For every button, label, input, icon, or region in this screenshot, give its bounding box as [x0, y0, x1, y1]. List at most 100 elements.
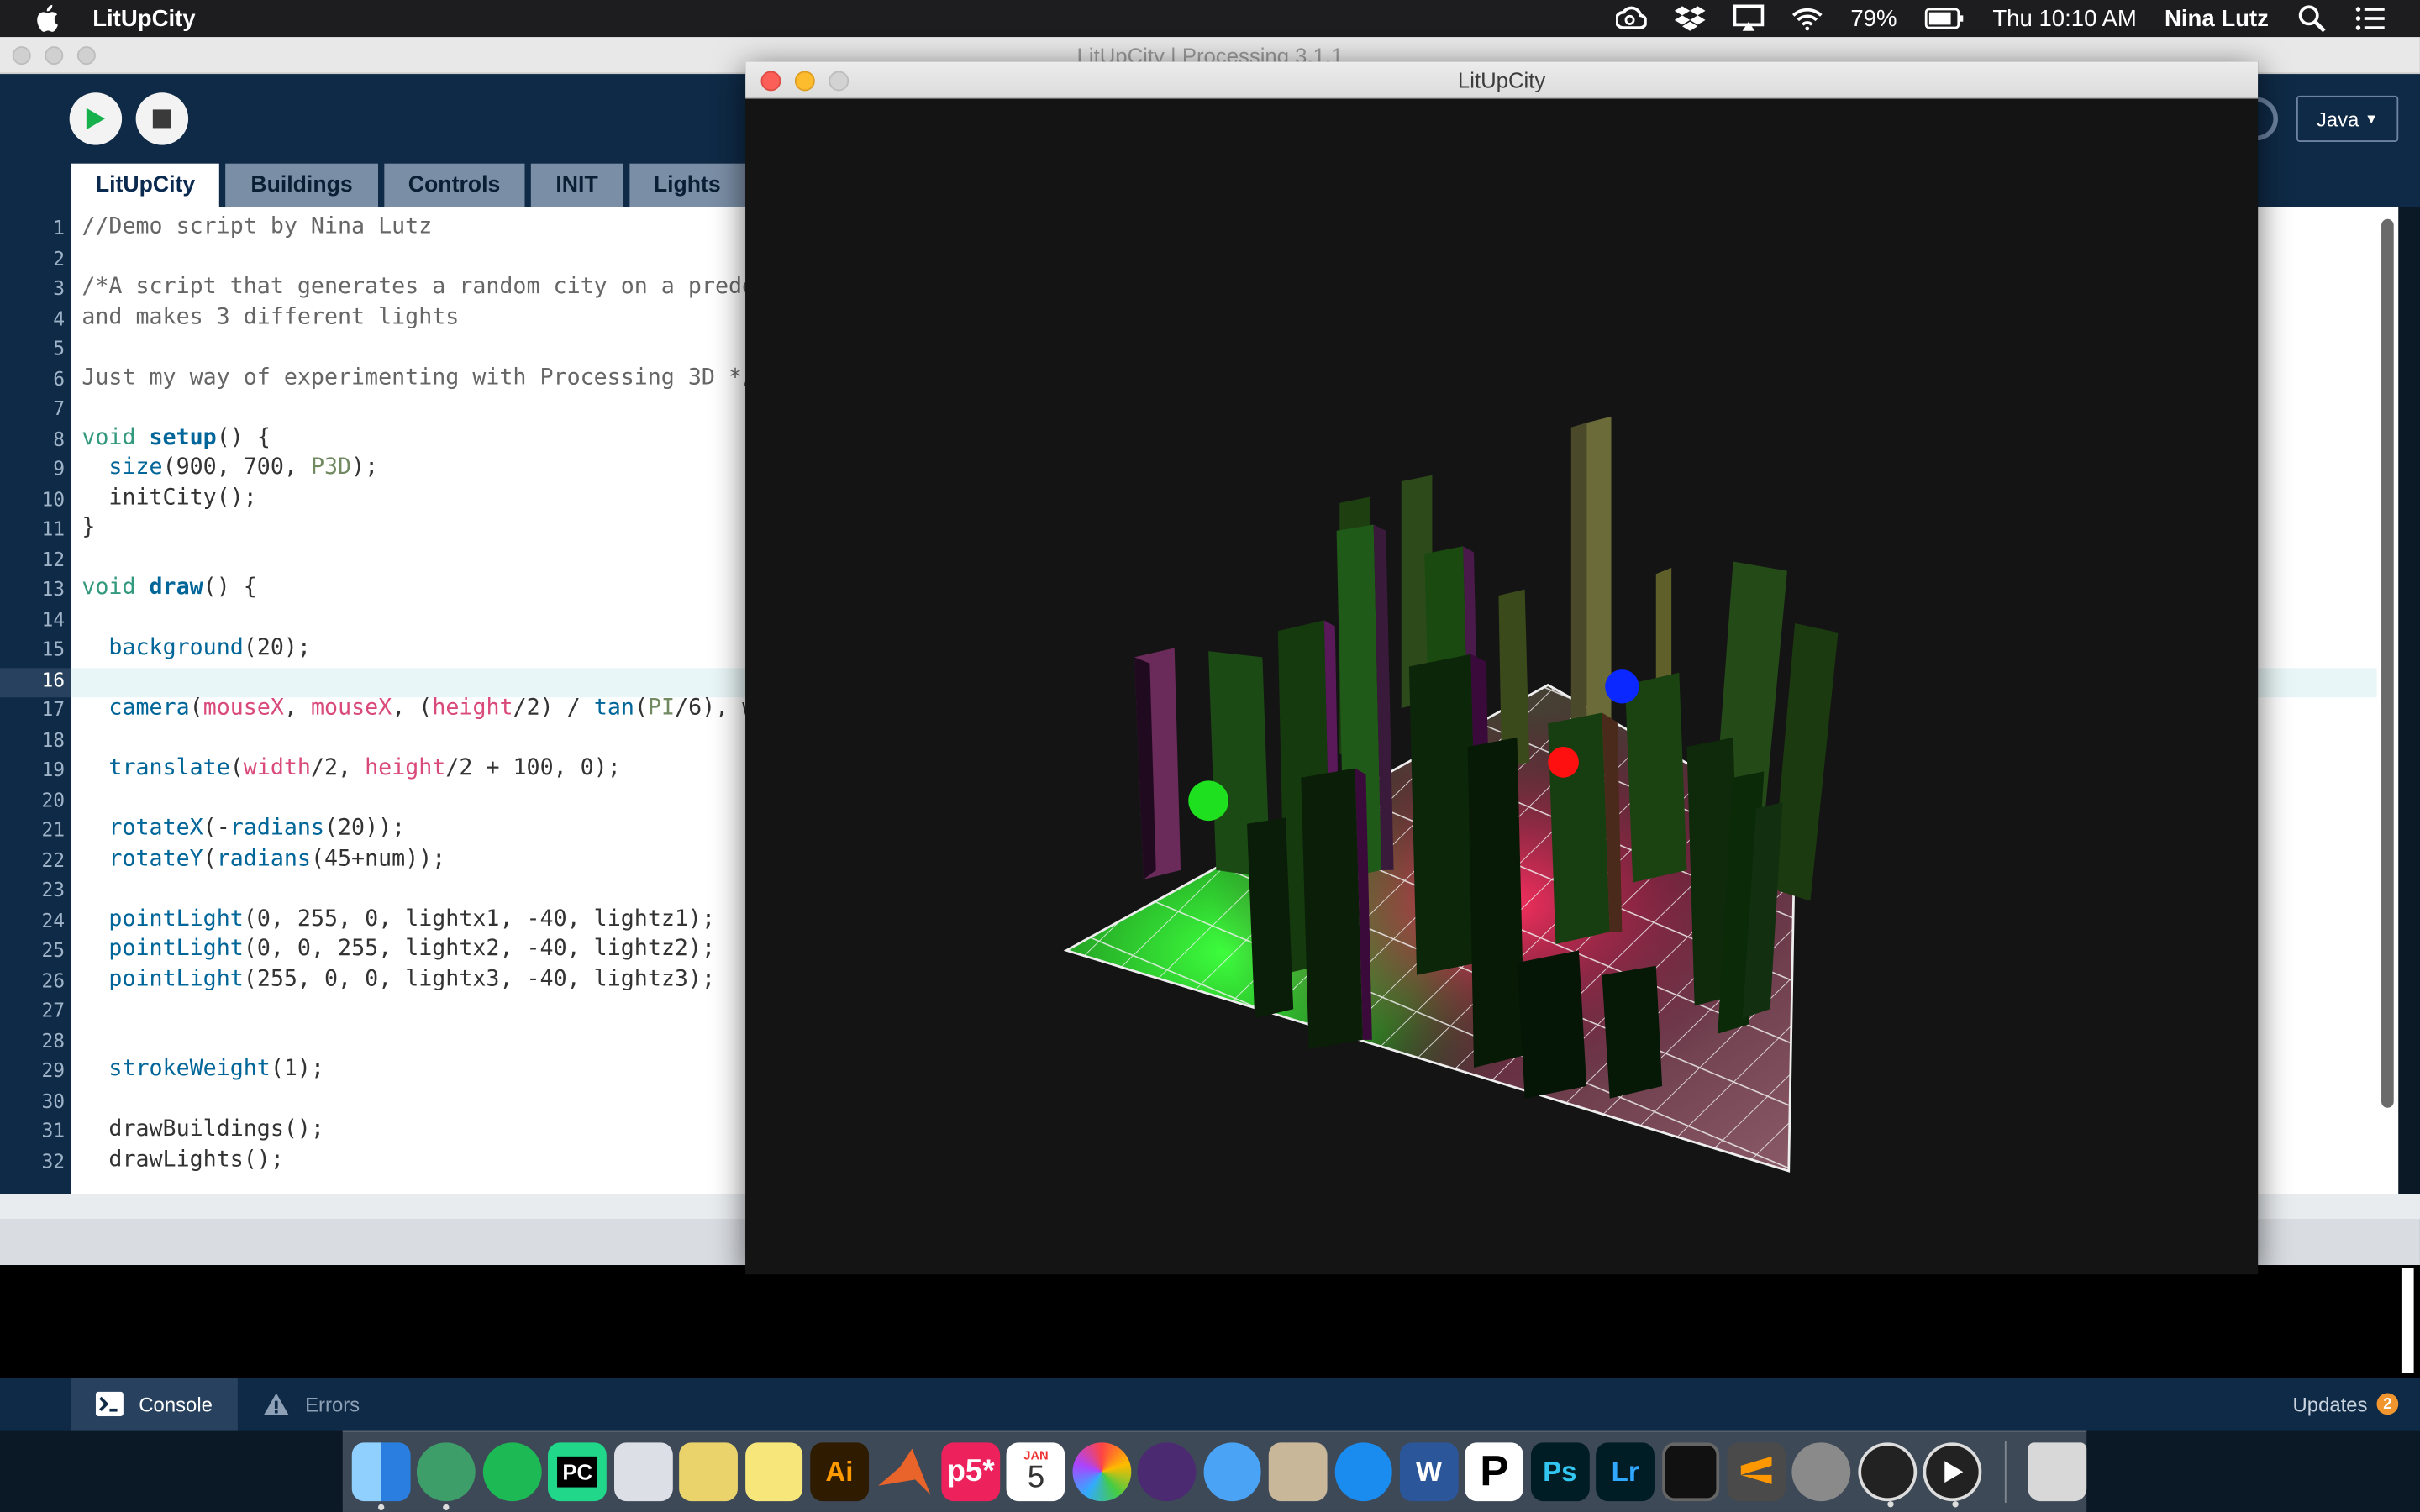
- system-preferences-icon[interactable]: [1792, 1442, 1851, 1502]
- spotlight-icon[interactable]: [2296, 5, 2328, 33]
- line-number: 1: [53, 216, 66, 239]
- battery-percent[interactable]: 79%: [1850, 5, 1897, 31]
- dock: PC Ai p5* JAN 5 W P Ps Lr: [342, 1430, 2087, 1512]
- stop-button[interactable]: [135, 92, 189, 145]
- run-button[interactable]: [69, 92, 123, 145]
- line-number: 23: [41, 878, 66, 901]
- line-number: 25: [41, 937, 66, 962]
- wifi-icon[interactable]: [1792, 5, 1823, 33]
- sketch-window-title: LitUpCity: [1457, 67, 1546, 93]
- photos-icon[interactable]: [1072, 1442, 1131, 1502]
- red-light: [1548, 746, 1579, 778]
- console-tab-label: Console: [139, 1392, 213, 1416]
- green-light: [1188, 780, 1229, 822]
- line-number: 28: [41, 1028, 66, 1052]
- line-number: 17: [41, 697, 66, 721]
- photoshop-label: Ps: [1543, 1455, 1577, 1487]
- mail-icon[interactable]: [1268, 1442, 1328, 1502]
- line-number: 8: [53, 426, 66, 450]
- line-number: 15: [41, 637, 66, 661]
- tab-controls[interactable]: Controls: [383, 163, 525, 207]
- creative-cloud-icon[interactable]: [1616, 5, 1647, 33]
- processing-p-icon[interactable]: P: [1465, 1442, 1524, 1502]
- line-number: 12: [41, 547, 66, 570]
- word-icon[interactable]: W: [1399, 1442, 1459, 1502]
- updates-badge: 2: [2376, 1393, 2399, 1415]
- line-number: 30: [41, 1088, 66, 1112]
- battery-icon[interactable]: [1924, 5, 1965, 33]
- word-label: W: [1415, 1455, 1443, 1487]
- blue-light: [1605, 669, 1639, 704]
- errors-tab-label: Errors: [305, 1392, 360, 1416]
- activity-monitor-icon[interactable]: [1661, 1442, 1720, 1502]
- notes-icon[interactable]: [744, 1442, 803, 1502]
- github-icon[interactable]: [1138, 1442, 1197, 1502]
- line-number: 16: [41, 667, 66, 690]
- updates-button[interactable]: Updates 2: [2293, 1378, 2399, 1430]
- tab-litupcity[interactable]: LitUpCity: [71, 163, 220, 207]
- menu-app-name[interactable]: LitUpCity: [92, 5, 195, 31]
- illustrator-label: Ai: [825, 1455, 854, 1487]
- messages-icon[interactable]: [1202, 1442, 1262, 1502]
- trash-icon[interactable]: [2028, 1442, 2087, 1502]
- menu-user[interactable]: Nina Lutz: [2165, 5, 2269, 31]
- apple-menu-icon[interactable]: [34, 4, 58, 33]
- sketch-canvas[interactable]: [745, 98, 2259, 1275]
- p5-icon[interactable]: p5*: [941, 1442, 1000, 1502]
- line-number: 10: [41, 486, 66, 511]
- quicktime-icon[interactable]: [1923, 1442, 1982, 1508]
- p5-label: p5*: [946, 1454, 995, 1488]
- line-number: 14: [41, 606, 66, 631]
- line-number: 22: [41, 848, 66, 871]
- calendar-day: 5: [1027, 1461, 1045, 1495]
- tab-lights[interactable]: Lights: [629, 163, 746, 207]
- line-number: 6: [53, 366, 66, 390]
- processing-icon[interactable]: [1858, 1442, 1917, 1508]
- line-number: 11: [41, 517, 66, 540]
- console-output[interactable]: [0, 1265, 2420, 1378]
- sketch-window[interactable]: LitUpCity: [745, 61, 2259, 1275]
- line-numbers: 1 2 3 4 5 6 7 8 9 10 11 12 13 14 15 16 17 18 19 20 21 22 23 24 2…: [0, 213, 68, 1175]
- lightroom-label: Lr: [1611, 1455, 1639, 1487]
- finder-icon[interactable]: [351, 1442, 411, 1511]
- photoshop-icon[interactable]: Ps: [1530, 1442, 1590, 1502]
- line-number: 21: [41, 817, 66, 842]
- dropbox-icon[interactable]: [1674, 5, 1706, 33]
- warning-icon: [263, 1393, 288, 1415]
- ide-footer: Console Errors Updates 2: [0, 1378, 2420, 1431]
- line-number: 32: [41, 1148, 66, 1172]
- sublime-icon[interactable]: [1727, 1442, 1786, 1502]
- preview-icon[interactable]: [613, 1442, 672, 1502]
- notification-center-icon[interactable]: [2355, 5, 2386, 33]
- editor-scrollbar-thumb[interactable]: [2381, 218, 2394, 1108]
- stop-icon: [152, 109, 171, 129]
- pycharm-icon[interactable]: PC: [548, 1442, 607, 1502]
- calendar-icon[interactable]: JAN 5: [1007, 1442, 1065, 1502]
- pycharm-label: PC: [557, 1456, 597, 1488]
- mode-select-label: Java: [2316, 107, 2360, 131]
- line-number: 7: [53, 396, 66, 420]
- safari-icon[interactable]: [1334, 1442, 1393, 1502]
- illustrator-icon[interactable]: Ai: [810, 1442, 869, 1502]
- tab-buildings[interactable]: Buildings: [225, 163, 378, 207]
- chevron-down-icon: ▼: [2364, 111, 2379, 127]
- errors-tab[interactable]: Errors: [237, 1378, 384, 1430]
- line-number: 18: [41, 727, 66, 751]
- tab-init[interactable]: INIT: [531, 163, 623, 207]
- menu-clock[interactable]: Thu 10:10 AM: [1992, 5, 2137, 31]
- updates-label: Updates: [2292, 1392, 2368, 1416]
- atom-icon[interactable]: [417, 1442, 476, 1511]
- line-number: 31: [41, 1118, 66, 1142]
- console-scrollbar[interactable]: [2401, 1268, 2414, 1373]
- line-number: 13: [41, 576, 66, 601]
- lightroom-icon[interactable]: Lr: [1596, 1442, 1655, 1502]
- line-number: 9: [53, 456, 66, 480]
- mode-select[interactable]: Java ▼: [2296, 95, 2399, 142]
- console-tab[interactable]: Console: [71, 1378, 238, 1431]
- python-launcher-icon[interactable]: [679, 1442, 738, 1502]
- spotify-icon[interactable]: [482, 1442, 542, 1502]
- city-render: [1063, 416, 1839, 1173]
- menu-bar: LitUpCity 79% Thu 10:10 AM Nina Lutz: [0, 0, 2420, 38]
- matlab-icon[interactable]: [876, 1442, 934, 1501]
- airplay-icon[interactable]: [1733, 4, 1765, 33]
